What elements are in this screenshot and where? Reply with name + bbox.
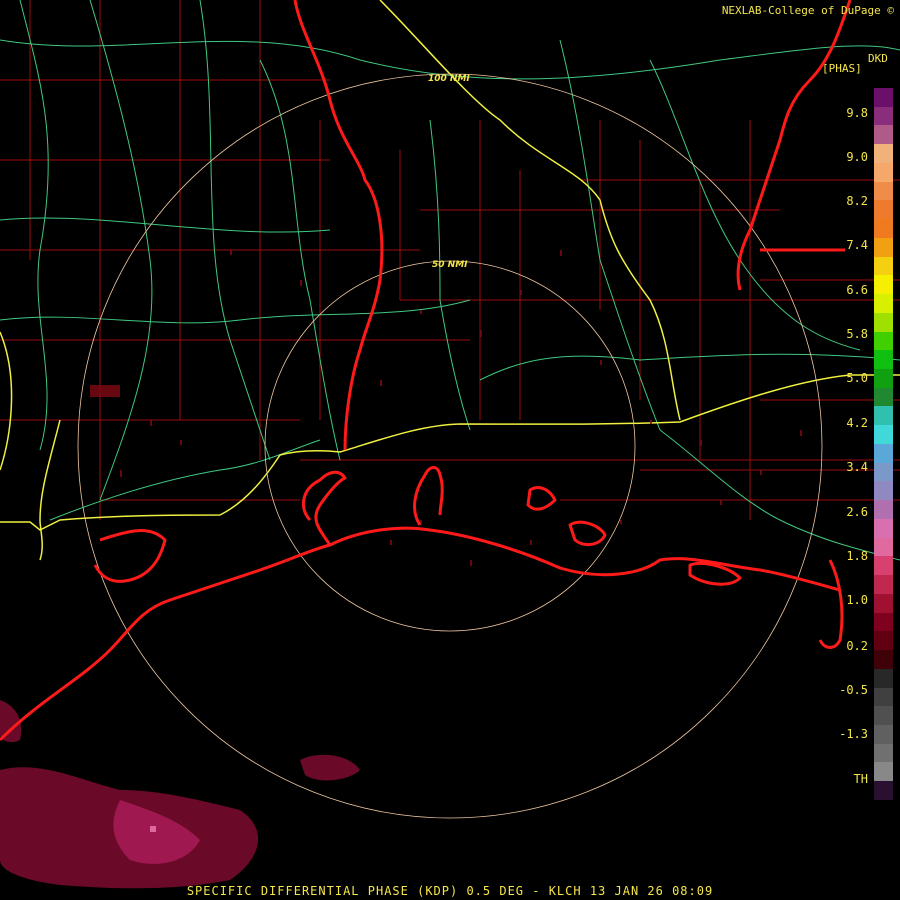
footer-caption: SPECIFIC DIFFERENTIAL PHASE (KDP) 0.5 DE… <box>186 884 714 898</box>
legend-tick-label: 5.0 <box>846 371 868 385</box>
legend-unit: [PHAS] <box>822 62 862 75</box>
legend-swatch <box>874 219 893 238</box>
legend-swatch <box>874 125 893 145</box>
legend-swatch <box>874 294 893 313</box>
legend-swatch <box>874 481 893 501</box>
legend-swatch <box>874 631 893 651</box>
legend-product: DKD <box>868 52 888 65</box>
legend-swatch <box>874 462 893 482</box>
legend-tick-label: TH <box>853 772 868 786</box>
legend-swatch <box>874 762 893 782</box>
legend-swatch <box>874 350 893 370</box>
legend-tick-label: 4.2 <box>846 416 868 430</box>
legend-swatch <box>874 162 893 182</box>
legend-swatch <box>874 518 893 538</box>
legend-swatch <box>874 500 893 519</box>
legend-swatch <box>874 687 893 707</box>
legend-color-bar <box>874 88 893 800</box>
credit-text: NEXLAB-College of DuPage © <box>721 4 894 17</box>
legend-tick-label: -1.3 <box>839 727 868 741</box>
legend-swatch <box>874 88 893 107</box>
legend-swatch <box>874 106 893 126</box>
legend-swatch <box>874 668 893 688</box>
legend-swatch <box>874 743 893 763</box>
ring-label-50: 50 NMI <box>432 260 468 270</box>
legend-swatch <box>874 181 893 201</box>
legend-swatch <box>874 650 893 669</box>
legend-swatch <box>874 200 893 220</box>
legend-swatch <box>874 275 893 295</box>
legend-tick-label: 9.0 <box>846 150 868 164</box>
legend-swatch <box>874 443 893 463</box>
legend-tick-label: 8.2 <box>846 194 868 208</box>
legend-tick-label: 3.4 <box>846 460 868 474</box>
legend-swatch <box>874 425 893 444</box>
legend-swatch <box>874 575 893 594</box>
legend-swatch <box>874 331 893 351</box>
legend-swatch <box>874 537 893 557</box>
legend-tick-label: 1.0 <box>846 593 868 607</box>
legend-swatch <box>874 406 893 426</box>
ring-label-100: 100 NMI <box>428 74 470 84</box>
legend-swatch <box>874 312 893 332</box>
legend-swatch <box>874 724 893 744</box>
legend-swatch <box>874 556 893 576</box>
legend-tick-label: 6.6 <box>846 283 868 297</box>
legend-tick-label: 0.2 <box>846 639 868 653</box>
legend-tick-label: 2.6 <box>846 505 868 519</box>
legend-swatch <box>874 593 893 613</box>
legend-swatch <box>874 144 893 163</box>
legend-swatch <box>874 256 893 276</box>
legend-swatch <box>874 387 893 407</box>
legend-swatch <box>874 612 893 632</box>
radar-map: 50 NMI 100 NMI <box>0 0 900 900</box>
legend-tick-label: 5.8 <box>846 327 868 341</box>
legend-swatch <box>874 369 893 388</box>
legend-swatch <box>874 706 893 725</box>
legend-tick-label: 9.8 <box>846 106 868 120</box>
legend-swatch <box>874 237 893 257</box>
legend-tick-label: 7.4 <box>846 238 868 252</box>
legend-tick-label: 1.8 <box>846 549 868 563</box>
legend-swatch <box>874 781 893 800</box>
legend-tick-label: -0.5 <box>839 683 868 697</box>
